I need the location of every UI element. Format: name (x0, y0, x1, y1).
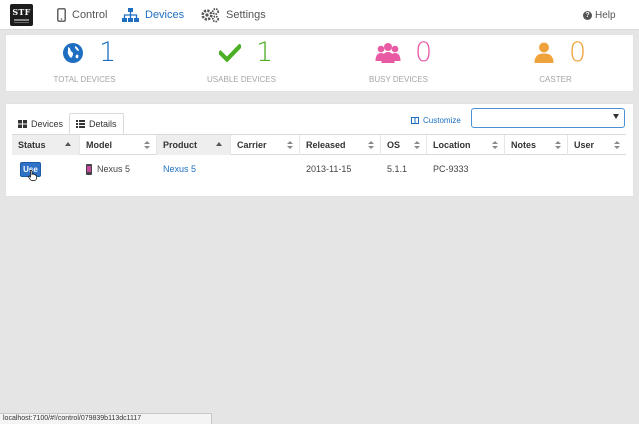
cell-model: Nexus 5 (80, 156, 157, 182)
stat-total-devices: 1 TOTAL DEVICES (53, 37, 117, 84)
sort-asc-icon (216, 142, 222, 146)
browser-status-url: localhost:7100/#!/control/079839b113dc11… (0, 413, 212, 424)
sort-icon (414, 141, 420, 149)
cell-carrier (231, 156, 300, 182)
list-icon (76, 120, 85, 128)
device-stats: 1 TOTAL DEVICES 1 USABLE DEVICES 0 BUSY … (5, 34, 634, 92)
cell-os: 5.1.1 (387, 164, 408, 174)
column-header-released[interactable]: Released (300, 135, 381, 155)
table-header: Status Model Product Carrier Released OS… (12, 135, 626, 155)
stf-logo[interactable]: STF (10, 4, 33, 26)
sitemap-icon (122, 8, 139, 22)
help-link[interactable]: ? Help (583, 0, 616, 30)
gears-icon (201, 8, 219, 23)
globe-icon (63, 43, 83, 63)
cell-product-link[interactable]: Nexus 5 (157, 156, 231, 182)
column-header-carrier[interactable]: Carrier (231, 135, 300, 155)
sort-icon (368, 141, 374, 149)
question-icon: ? (583, 10, 592, 20)
column-header-os[interactable]: OS (381, 135, 427, 155)
tab-devices[interactable]: Devices (12, 113, 69, 135)
column-header-location[interactable]: Location (427, 135, 505, 155)
user-icon (534, 42, 554, 63)
users-icon (375, 43, 401, 63)
top-navbar: STF Control Devices Settings ? Help (0, 0, 639, 30)
stat-busy-devices: 0 BUSY DEVICES (369, 37, 433, 84)
column-header-notes[interactable]: Notes (505, 135, 568, 155)
sort-icon (555, 141, 561, 149)
tab-details[interactable]: Details (69, 113, 124, 135)
sort-icon (614, 141, 620, 149)
hand-pointer-icon (28, 170, 37, 181)
phone-icon (86, 163, 92, 175)
column-header-status[interactable]: Status (12, 135, 80, 155)
devices-panel: Devices Details Customize Status Model P (5, 103, 634, 197)
check-icon (219, 44, 241, 62)
sort-icon (287, 141, 293, 149)
mobile-icon (57, 8, 66, 22)
column-header-product[interactable]: Product (157, 135, 231, 155)
grid-icon (18, 120, 27, 128)
stat-caster: 0 CASTER (477, 35, 634, 93)
cell-location: PC-9333 (433, 164, 469, 174)
column-header-user[interactable]: User (568, 135, 626, 155)
cell-released: 2013-11-15 (306, 164, 352, 174)
caret-down-icon (613, 114, 619, 119)
cell-notes (505, 156, 568, 182)
nav-control[interactable]: Control (57, 0, 107, 30)
column-header-model[interactable]: Model (80, 135, 157, 155)
columns-icon (411, 116, 419, 124)
stat-usable-devices: 1 USABLE DEVICES (207, 37, 276, 84)
table-row[interactable]: Nexus 5 Nexus 5 2013-11-15 5.1.1 PC-9333 (12, 156, 626, 182)
nav-settings[interactable]: Settings (200, 0, 266, 30)
sort-icon (144, 141, 150, 149)
device-search-select[interactable] (471, 108, 625, 128)
sort-icon (492, 141, 498, 149)
cell-user (568, 156, 626, 182)
customize-button[interactable]: Customize (411, 113, 461, 127)
nav-devices[interactable]: Devices (122, 0, 184, 30)
sort-asc-icon (65, 142, 71, 146)
